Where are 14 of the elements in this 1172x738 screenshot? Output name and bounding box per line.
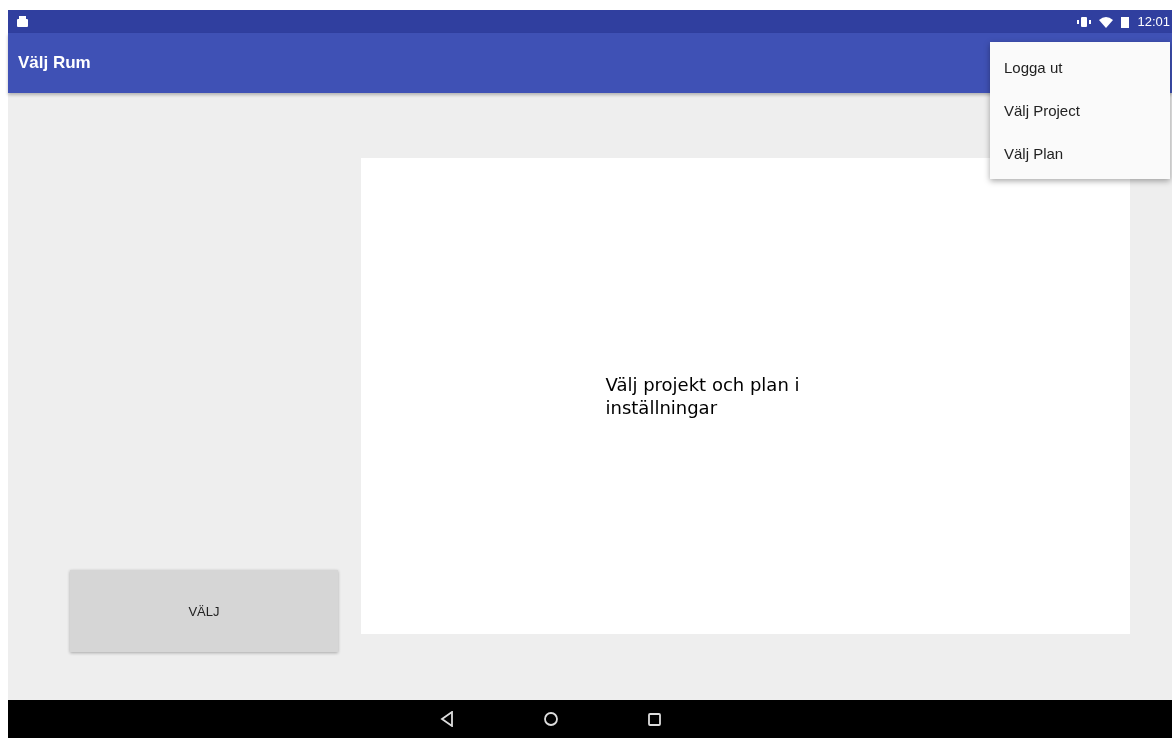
notification-icon [16, 15, 29, 28]
status-time: 12:01 [1137, 14, 1170, 29]
menu-item[interactable]: Logga ut [990, 46, 1170, 89]
menu-item[interactable]: Välj Plan [990, 132, 1170, 175]
screen-title: Välj Rum [18, 53, 91, 73]
choose-button[interactable]: VÄLJ [70, 570, 338, 652]
wifi-icon [1099, 15, 1114, 28]
vibrate-icon [1077, 15, 1092, 28]
info-message: Välj projekt och plan i inställningar [605, 372, 801, 420]
recents-icon[interactable] [647, 712, 661, 726]
home-icon[interactable] [543, 712, 558, 726]
back-icon[interactable] [439, 711, 454, 727]
menu-item[interactable]: Välj Project [990, 89, 1170, 132]
battery-icon [1121, 15, 1130, 28]
